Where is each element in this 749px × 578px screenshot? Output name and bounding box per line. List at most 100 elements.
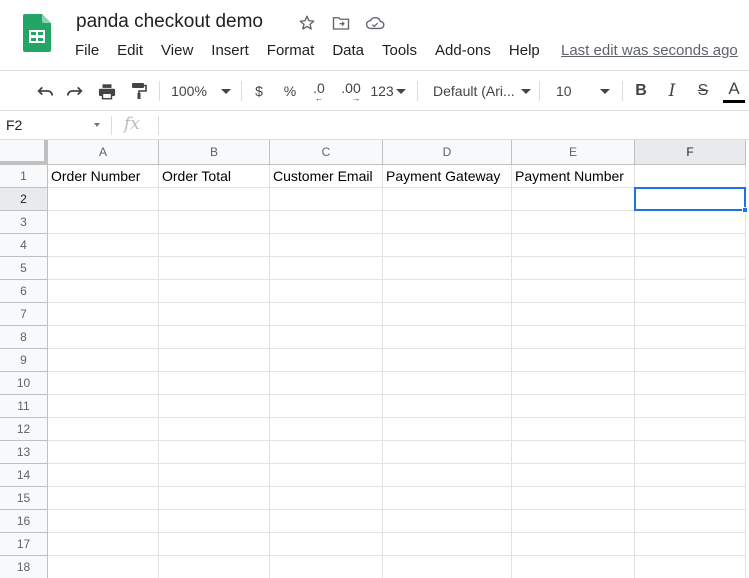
- cell-c16[interactable]: [270, 510, 383, 533]
- cell-e1[interactable]: Payment Number: [512, 165, 635, 188]
- row-header-7[interactable]: 7: [0, 303, 48, 326]
- row-header-9[interactable]: 9: [0, 349, 48, 372]
- cell-b2[interactable]: [159, 188, 270, 211]
- cell-e13[interactable]: [512, 441, 635, 464]
- cell-a8[interactable]: [48, 326, 159, 349]
- cell-b10[interactable]: [159, 372, 270, 395]
- cell-d14[interactable]: [383, 464, 512, 487]
- column-header-d[interactable]: D: [383, 140, 512, 165]
- cell-c9[interactable]: [270, 349, 383, 372]
- cell-a5[interactable]: [48, 257, 159, 280]
- row-header-8[interactable]: 8: [0, 326, 48, 349]
- cell-f18[interactable]: [635, 556, 746, 578]
- cell-b18[interactable]: [159, 556, 270, 578]
- cell-d8[interactable]: [383, 326, 512, 349]
- menu-tools[interactable]: Tools: [373, 42, 426, 59]
- menu-add-ons[interactable]: Add-ons: [426, 42, 500, 59]
- menu-edit[interactable]: Edit: [108, 42, 152, 59]
- menu-data[interactable]: Data: [323, 42, 373, 59]
- cell-e17[interactable]: [512, 533, 635, 556]
- font-size-select[interactable]: 10: [548, 71, 618, 111]
- cell-f17[interactable]: [635, 533, 746, 556]
- cell-c6[interactable]: [270, 280, 383, 303]
- cell-f1[interactable]: [635, 165, 746, 188]
- cell-d18[interactable]: [383, 556, 512, 578]
- cell-c5[interactable]: [270, 257, 383, 280]
- menu-file[interactable]: File: [66, 42, 108, 59]
- row-header-18[interactable]: 18: [0, 556, 48, 578]
- cell-c15[interactable]: [270, 487, 383, 510]
- cell-c7[interactable]: [270, 303, 383, 326]
- cell-e5[interactable]: [512, 257, 635, 280]
- cell-e15[interactable]: [512, 487, 635, 510]
- row-header-4[interactable]: 4: [0, 234, 48, 257]
- cell-e11[interactable]: [512, 395, 635, 418]
- text-color-button[interactable]: A: [722, 71, 746, 111]
- cell-b4[interactable]: [159, 234, 270, 257]
- column-header-a[interactable]: A: [48, 140, 159, 165]
- cell-d12[interactable]: [383, 418, 512, 441]
- move-folder-icon[interactable]: [330, 13, 352, 33]
- percent-format-button[interactable]: %: [279, 71, 301, 111]
- cell-f15[interactable]: [635, 487, 746, 510]
- cell-a9[interactable]: [48, 349, 159, 372]
- cell-a7[interactable]: [48, 303, 159, 326]
- cell-a16[interactable]: [48, 510, 159, 533]
- cell-c3[interactable]: [270, 211, 383, 234]
- select-all-corner[interactable]: [0, 140, 48, 165]
- fill-handle[interactable]: [742, 207, 748, 213]
- currency-format-button[interactable]: $: [248, 71, 270, 111]
- cell-a3[interactable]: [48, 211, 159, 234]
- cell-d4[interactable]: [383, 234, 512, 257]
- row-header-11[interactable]: 11: [0, 395, 48, 418]
- cell-a17[interactable]: [48, 533, 159, 556]
- paint-format-icon[interactable]: [126, 71, 152, 111]
- cell-b6[interactable]: [159, 280, 270, 303]
- cell-f11[interactable]: [635, 395, 746, 418]
- font-family-select[interactable]: Default (Ari...: [425, 71, 533, 111]
- cell-a6[interactable]: [48, 280, 159, 303]
- cell-c18[interactable]: [270, 556, 383, 578]
- cell-b14[interactable]: [159, 464, 270, 487]
- cell-a15[interactable]: [48, 487, 159, 510]
- menu-view[interactable]: View: [152, 42, 202, 59]
- cell-a4[interactable]: [48, 234, 159, 257]
- cell-e8[interactable]: [512, 326, 635, 349]
- cell-f10[interactable]: [635, 372, 746, 395]
- cell-d2[interactable]: [383, 188, 512, 211]
- cell-d3[interactable]: [383, 211, 512, 234]
- sheets-logo-icon[interactable]: [23, 14, 51, 52]
- cell-d6[interactable]: [383, 280, 512, 303]
- row-header-16[interactable]: 16: [0, 510, 48, 533]
- name-box-dropdown-icon[interactable]: [94, 123, 100, 127]
- cell-b8[interactable]: [159, 326, 270, 349]
- cell-f16[interactable]: [635, 510, 746, 533]
- print-icon[interactable]: [94, 71, 120, 111]
- cell-c12[interactable]: [270, 418, 383, 441]
- cell-e3[interactable]: [512, 211, 635, 234]
- cell-b1[interactable]: Order Total: [159, 165, 270, 188]
- cell-d10[interactable]: [383, 372, 512, 395]
- cell-d7[interactable]: [383, 303, 512, 326]
- cell-e10[interactable]: [512, 372, 635, 395]
- undo-icon[interactable]: [32, 71, 58, 111]
- cell-c17[interactable]: [270, 533, 383, 556]
- column-header-b[interactable]: B: [159, 140, 270, 165]
- cell-d16[interactable]: [383, 510, 512, 533]
- document-title[interactable]: panda checkout demo: [76, 11, 263, 33]
- cell-b12[interactable]: [159, 418, 270, 441]
- row-header-13[interactable]: 13: [0, 441, 48, 464]
- decrease-decimal-button[interactable]: .0 ←: [307, 71, 331, 111]
- row-header-17[interactable]: 17: [0, 533, 48, 556]
- menu-insert[interactable]: Insert: [202, 42, 258, 59]
- cell-d9[interactable]: [383, 349, 512, 372]
- cell-c10[interactable]: [270, 372, 383, 395]
- cell-a12[interactable]: [48, 418, 159, 441]
- column-header-f[interactable]: F: [635, 140, 746, 165]
- cell-d11[interactable]: [383, 395, 512, 418]
- cell-b17[interactable]: [159, 533, 270, 556]
- cell-a18[interactable]: [48, 556, 159, 578]
- row-header-2[interactable]: 2: [0, 188, 48, 211]
- cell-f7[interactable]: [635, 303, 746, 326]
- cell-e6[interactable]: [512, 280, 635, 303]
